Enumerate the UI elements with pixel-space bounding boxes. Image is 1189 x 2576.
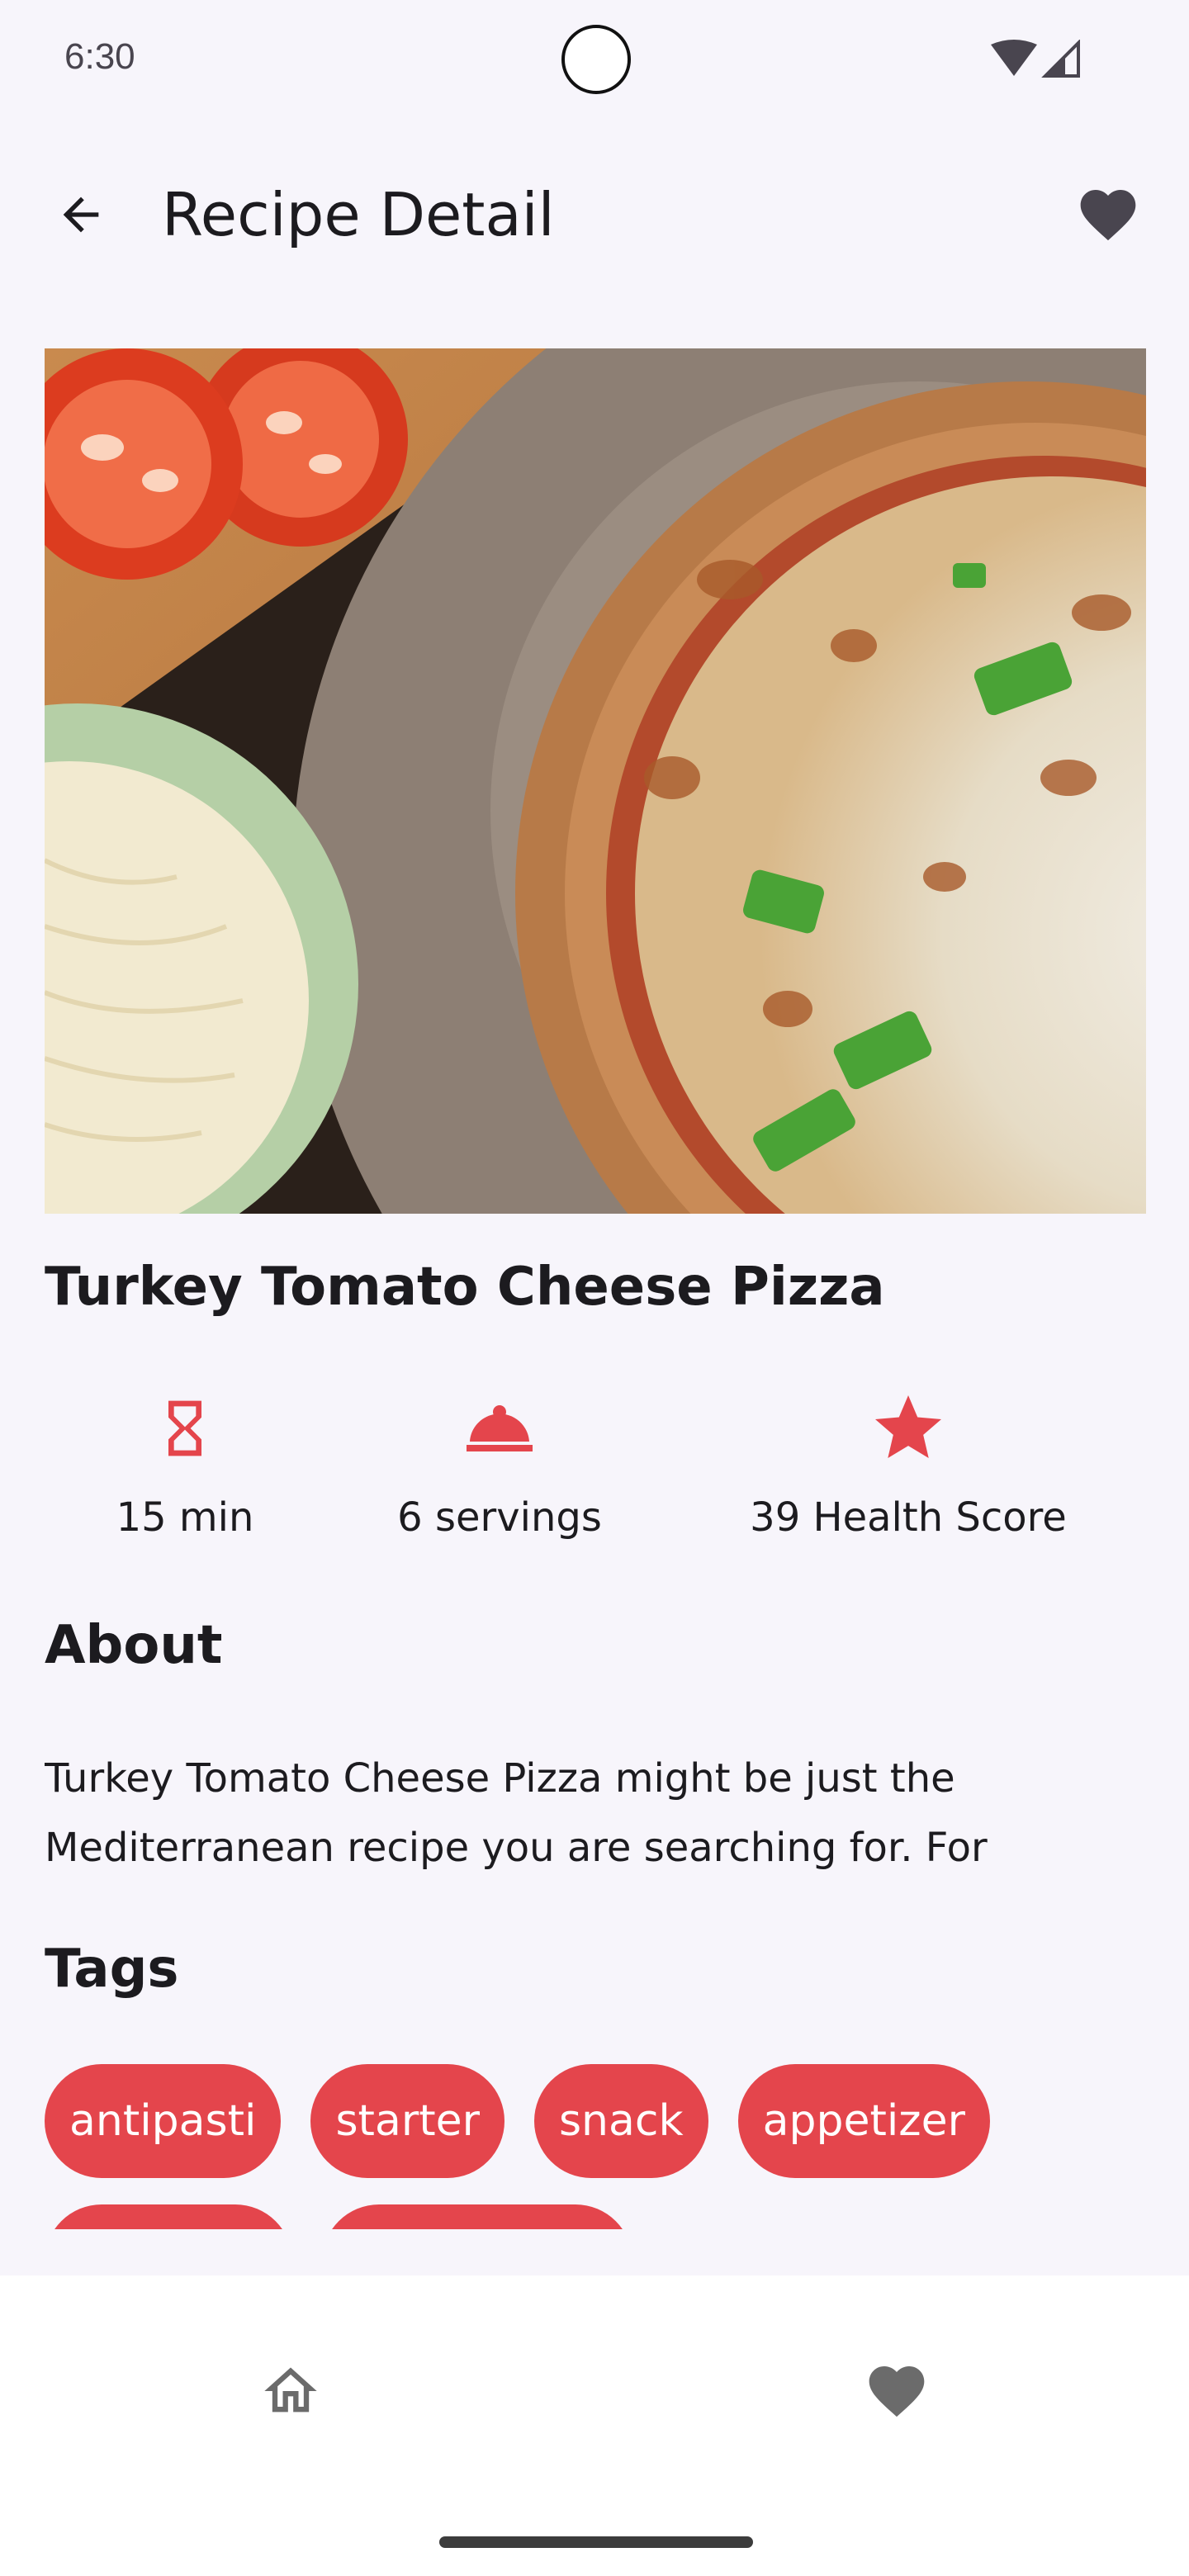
tag-chip[interactable]: snack — [533, 2064, 708, 2178]
recipe-title: Turkey Tomato Cheese Pizza — [45, 1257, 885, 1318]
bottom-navigation — [0, 2275, 1189, 2576]
star-icon — [867, 1387, 950, 1470]
servings-label: 6 servings — [397, 1494, 602, 1541]
home-icon — [264, 2367, 317, 2413]
page-title: Recipe Detail — [162, 180, 555, 249]
arrow-back-icon — [63, 197, 99, 233]
nav-home[interactable] — [241, 2342, 340, 2441]
stat-cook-time: 15 min — [102, 1387, 268, 1552]
gesture-handle[interactable] — [439, 2536, 753, 2548]
tag-chip[interactable] — [322, 2204, 632, 2229]
room-service-icon — [458, 1387, 541, 1470]
stat-health-score: 39 Health Score — [727, 1387, 1090, 1552]
top-app-bar: Recipe Detail — [0, 140, 1189, 281]
heart-icon — [869, 2366, 925, 2417]
status-time: 6:30 — [64, 36, 135, 77]
cook-time-label: 15 min — [116, 1494, 254, 1541]
hourglass-icon — [144, 1387, 226, 1470]
tag-chip[interactable]: antipasti — [45, 2064, 282, 2178]
tag-chip[interactable] — [45, 2204, 292, 2229]
tag-chip[interactable]: appetizer — [737, 2064, 990, 2178]
recipe-stats: 15 min 6 servings 39 Health Score — [0, 1387, 1189, 1552]
wifi-icon — [991, 40, 1037, 76]
camera-cutout — [561, 25, 631, 94]
nav-favorites[interactable] — [847, 2342, 946, 2441]
about-text: Turkey Tomato Cheese Pizza might be just… — [45, 1755, 988, 1871]
recipe-image — [45, 348, 1146, 1214]
signal-icon — [1041, 39, 1080, 78]
about-heading: About — [45, 1615, 223, 1676]
status-icons — [991, 39, 1082, 79]
tags-list: antipasti starter snack appetizer — [45, 2064, 1146, 2229]
stat-servings: 6 servings — [380, 1387, 619, 1552]
back-button[interactable] — [40, 173, 122, 256]
status-bar: 6:30 — [0, 0, 1189, 116]
tag-chip[interactable]: starter — [310, 2064, 504, 2178]
tags-heading: Tags — [45, 1939, 179, 2000]
favorite-button[interactable] — [1067, 173, 1149, 256]
health-score-label: 39 Health Score — [750, 1494, 1067, 1541]
heart-icon — [1080, 190, 1136, 241]
